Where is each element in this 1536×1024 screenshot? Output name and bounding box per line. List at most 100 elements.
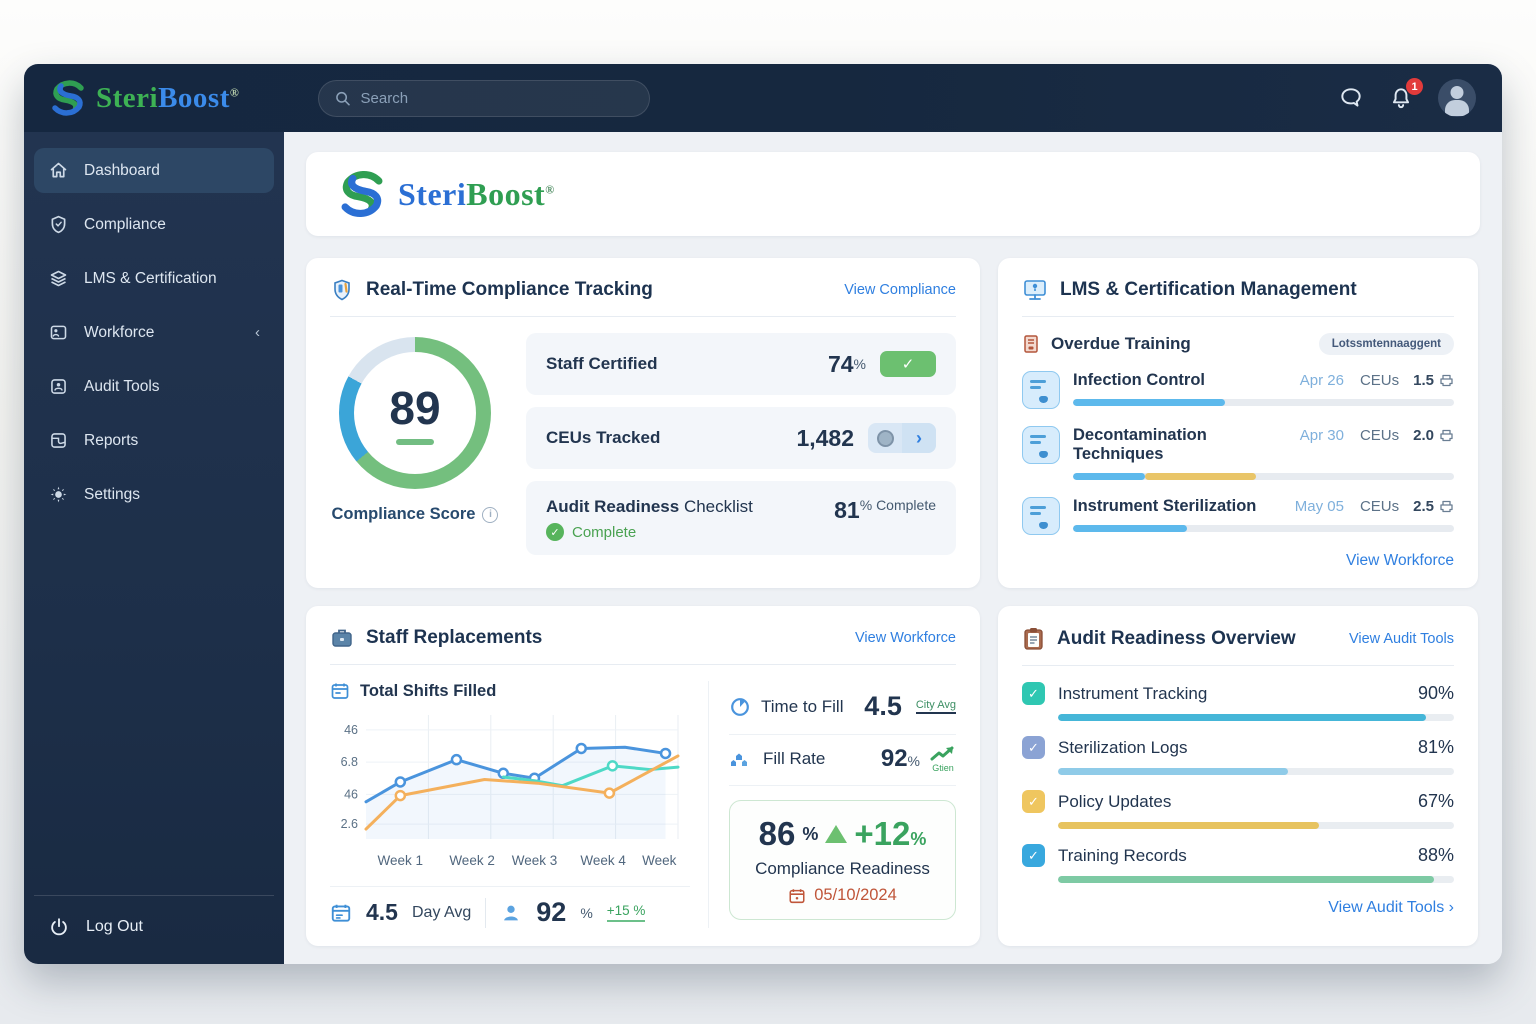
sidebar-item-label: Reports <box>84 431 139 449</box>
time-to-fill-label: Time to Fill <box>761 696 844 716</box>
view-workforce-link[interactable]: View Workforce <box>1346 552 1454 569</box>
sidebar-item-label: Workforce <box>84 323 155 341</box>
compliance-readiness-box: 86% +12% Compliance Readiness 05/10/2024 <box>729 800 956 920</box>
trend-up-icon <box>930 746 954 761</box>
training-progress-bar <box>1073 473 1454 480</box>
chat-icon[interactable] <box>1338 85 1364 111</box>
svg-text:2.6: 2.6 <box>341 817 358 831</box>
search-bar[interactable] <box>318 79 650 117</box>
checkbox-checked[interactable]: ✓ <box>1022 844 1045 867</box>
calendar-icon <box>331 683 349 699</box>
fill-percent-value: 92 <box>536 897 567 927</box>
fill-rate-row: Fill Rate 92% Gtien <box>729 735 956 786</box>
training-name: Instrument Sterilization <box>1073 497 1257 515</box>
people-icon <box>731 753 747 766</box>
audit-item-value: 90% <box>1417 683 1454 703</box>
ceus-tracked-label: CEUs Tracked <box>546 428 661 447</box>
audit-item-label: Policy Updates <box>1058 791 1172 811</box>
triangle-up-icon <box>825 825 848 843</box>
audit-readiness-row: Audit Readiness Checklist ✓ Complete 81 … <box>526 481 956 555</box>
logout-button[interactable]: Log Out <box>34 895 274 944</box>
ceu-value: 2.5 <box>1413 498 1434 515</box>
brand-banner-card: SteriBoost® <box>306 152 1480 236</box>
audit-readiness-label: Audit Readiness <box>546 497 680 516</box>
sidebar-item-audit-tools[interactable]: Audit Tools <box>34 364 274 409</box>
ceus-actions: › <box>868 423 936 453</box>
card-title: Real-Time Compliance Tracking <box>366 279 653 300</box>
checkbox-checked[interactable]: ✓ <box>1022 736 1045 759</box>
info-icon[interactable]: i <box>482 506 499 523</box>
total-shifts-filled-chart: 46 6.8 46 2.6 Week 1 Week 2 Week 3 Week 4 Week <box>341 715 680 868</box>
svg-text:Week 2: Week 2 <box>449 853 495 868</box>
audit-item-row: ✓ Instrument Tracking 90% <box>1022 682 1454 721</box>
logout-label: Log Out <box>86 918 143 935</box>
view-audit-tools-link-bottom[interactable]: View Audit Tools › <box>1328 899 1454 916</box>
printer-icon <box>1440 429 1453 442</box>
layers-icon <box>50 270 67 287</box>
compliance-tracking-card: Real-Time Compliance Tracking View Compl… <box>306 258 980 588</box>
staff-certified-value: 74 <box>827 350 854 377</box>
user-avatar[interactable] <box>1438 79 1476 117</box>
ceu-expand-button[interactable]: › <box>902 423 936 453</box>
divider <box>1022 316 1454 317</box>
checkbox-checked[interactable]: ✓ <box>1022 790 1045 813</box>
ceu-detail-button[interactable] <box>868 423 902 453</box>
sidebar-item-dashboard[interactable]: Dashboard <box>34 148 274 193</box>
svg-text:Week 4: Week 4 <box>580 853 626 868</box>
audit-tools-icon <box>51 379 66 394</box>
time-to-fill-row: Time to Fill 4.5 City Avg <box>729 681 956 735</box>
check-icon: ✓ <box>901 356 915 373</box>
steriboost-logo-icon <box>52 80 84 116</box>
collapse-chevron-icon[interactable]: ‹ <box>255 324 260 341</box>
svg-text:46: 46 <box>344 787 358 801</box>
compliance-score-value: 89 <box>389 382 441 434</box>
checkbox-checked[interactable]: ✓ <box>1022 682 1045 705</box>
header-actions: 1 <box>1338 78 1476 117</box>
sidebar-item-reports[interactable]: Reports <box>34 418 274 463</box>
staff-certified-suffix: % <box>853 356 866 372</box>
time-to-fill-note: City Avg <box>915 699 956 714</box>
svg-text:Week: Week <box>642 853 677 868</box>
home-icon <box>50 162 67 178</box>
audit-item-row: ✓ Policy Updates 67% <box>1022 790 1454 829</box>
readiness-value: 86 <box>758 815 796 852</box>
readiness-delta: +12 <box>854 815 911 852</box>
time-to-fill-value: 4.5 <box>864 691 902 721</box>
view-workforce-link[interactable]: View Workforce <box>855 630 956 646</box>
training-item: Decontamination Techniques Apr 30 CEUs 2… <box>1022 426 1454 480</box>
view-compliance-link[interactable]: View Compliance <box>844 282 956 298</box>
ceu-label: CEUs <box>1359 372 1400 389</box>
printer-icon <box>1440 374 1453 387</box>
audit-item-label: Instrument Tracking <box>1058 683 1208 703</box>
audit-progress-bar <box>1058 876 1454 883</box>
calendar-icon <box>331 904 351 922</box>
card-title: Staff Replacements <box>366 627 543 648</box>
certificate-icon <box>1022 426 1060 464</box>
audit-item-value: 81% <box>1417 737 1454 757</box>
ceus-tracked-row: CEUs Tracked 1,482 › <box>526 407 956 469</box>
fill-rate-value: 92 <box>880 745 908 772</box>
training-name: Decontamination Techniques <box>1073 426 1207 463</box>
staff-certified-label: Staff Certified <box>546 354 658 373</box>
day-avg-label: Day Avg <box>411 903 472 921</box>
ceu-label: CEUs <box>1359 427 1400 444</box>
staff-replacements-card: Staff Replacements View Workforce Total … <box>306 606 980 946</box>
svg-text:Week 3: Week 3 <box>512 853 558 868</box>
sidebar-item-settings[interactable]: Settings <box>34 472 274 517</box>
readiness-label: Compliance Readiness <box>755 859 930 878</box>
view-audit-tools-link[interactable]: View Audit Tools <box>1349 631 1454 647</box>
sidebar-item-lms-certification[interactable]: LMS & Certification <box>34 256 274 301</box>
calendar-alert-icon <box>789 888 805 903</box>
audit-item-label: Training Records <box>1058 845 1187 865</box>
ceu-value: 1.5 <box>1413 372 1434 389</box>
divider <box>330 664 956 665</box>
sidebar-item-workforce[interactable]: Workforce ‹ <box>34 310 274 355</box>
sidebar-item-compliance[interactable]: Compliance <box>34 202 274 247</box>
search-input[interactable] <box>360 89 633 107</box>
training-due-date: May 05 <box>1294 498 1344 515</box>
notifications-bell-icon[interactable]: 1 <box>1388 78 1423 111</box>
search-icon <box>336 91 350 105</box>
training-name: Infection Control <box>1073 371 1205 389</box>
certified-check-button[interactable]: ✓ <box>880 351 936 377</box>
